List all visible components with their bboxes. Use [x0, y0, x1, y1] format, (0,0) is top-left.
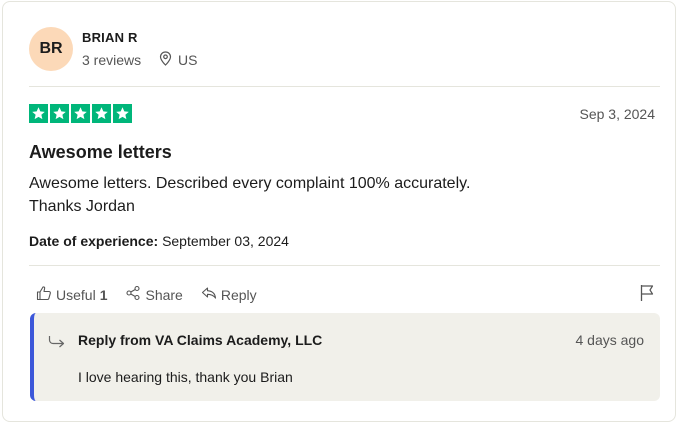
review-count: 3 reviews: [82, 52, 142, 68]
company-reply: Reply from VA Claims Academy, LLC 4 days…: [30, 313, 660, 401]
star-icon: [71, 104, 90, 123]
share-button[interactable]: Share: [125, 285, 183, 304]
star-icon: [113, 104, 132, 123]
review-card: BR BRIAN R 3 reviews US Sep 3, 2024 Awes…: [2, 1, 676, 422]
review-title[interactable]: Awesome letters: [29, 142, 172, 163]
useful-label: Useful: [56, 286, 96, 303]
reply-icon: [201, 285, 217, 304]
star-icon: [92, 104, 111, 123]
actions-divider: [29, 265, 660, 266]
reply-label: Reply: [220, 286, 257, 303]
reply-text: I love hearing this, thank you Brian: [78, 369, 293, 385]
reply-title: Reply from VA Claims Academy, LLC: [78, 332, 323, 348]
experience-label: Date of experience:: [29, 233, 159, 249]
star-rating: [29, 104, 132, 123]
avatar[interactable]: BR: [29, 27, 73, 71]
reply-button[interactable]: Reply: [201, 285, 257, 304]
reviewer-name[interactable]: BRIAN R: [82, 30, 138, 45]
share-label: Share: [145, 286, 183, 303]
review-date: Sep 3, 2024: [579, 106, 655, 122]
location-country: US: [178, 52, 198, 68]
reply-arrow-icon: [48, 334, 66, 355]
review-actions: Useful 1 Share Reply: [36, 285, 257, 304]
useful-count: 1: [99, 286, 108, 303]
location-pin-icon: [159, 51, 172, 69]
star-icon: [29, 104, 48, 123]
star-icon: [50, 104, 69, 123]
review-body-line: Awesome letters. Described every complai…: [29, 175, 471, 192]
thumbs-up-icon: [36, 285, 52, 304]
flag-icon[interactable]: [639, 284, 655, 307]
date-of-experience: Date of experience: September 03, 2024: [29, 233, 289, 249]
review-body-line: Thanks Jordan: [29, 198, 135, 215]
share-icon: [125, 285, 141, 304]
header-divider: [29, 86, 660, 87]
review-body: Awesome letters. Described every complai…: [29, 172, 470, 218]
avatar-initials: BR: [39, 40, 63, 57]
reviewer-location: US: [159, 51, 197, 69]
useful-button[interactable]: Useful 1: [36, 285, 107, 304]
experience-date: September 03, 2024: [162, 233, 289, 249]
reply-date: 4 days ago: [575, 332, 645, 348]
